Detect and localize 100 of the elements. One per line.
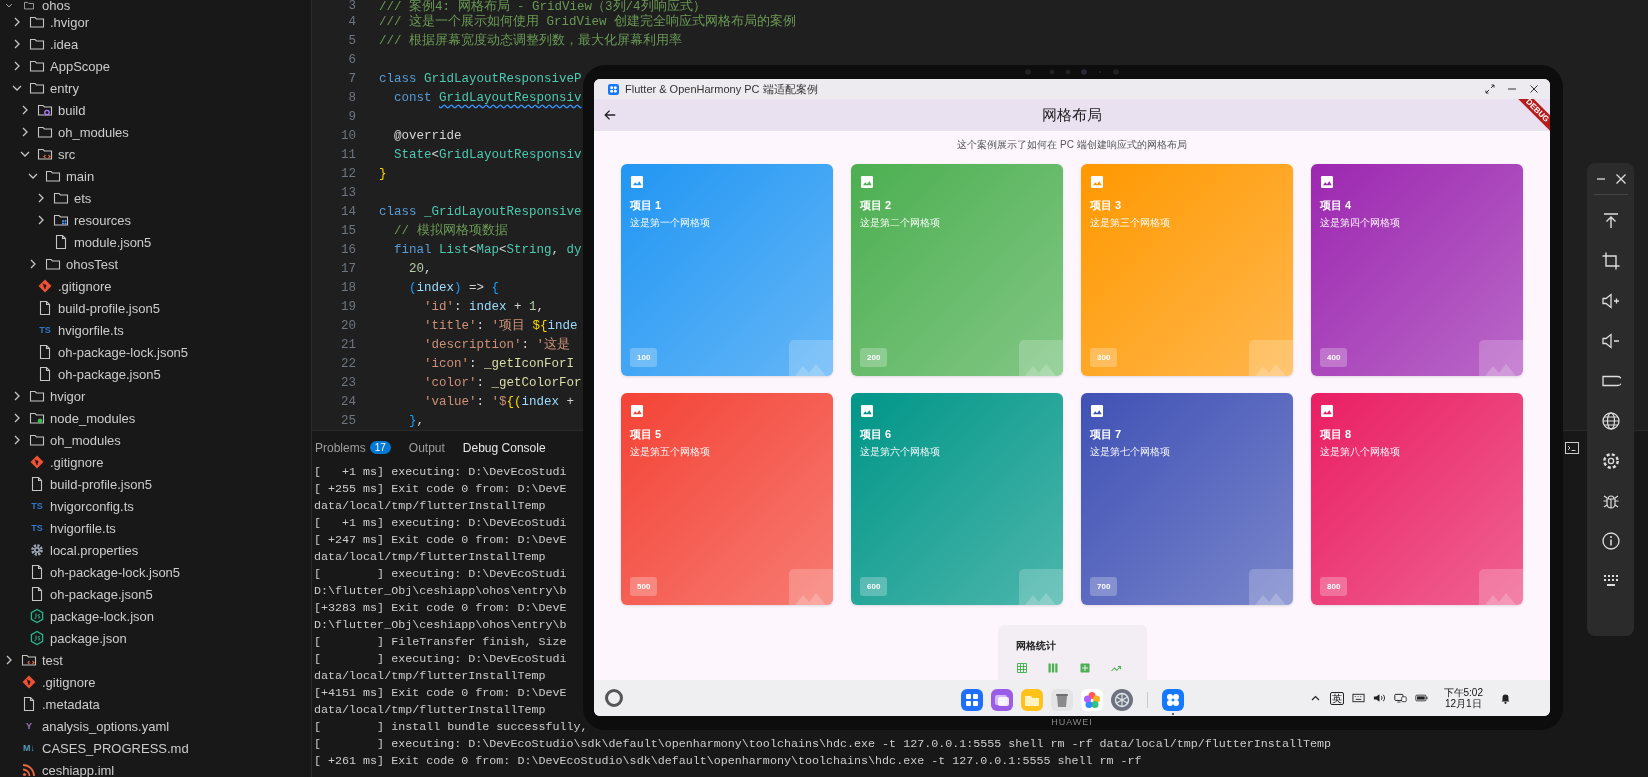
code-line: 'color': _getColorFor bbox=[423, 375, 582, 390]
tree-item[interactable]: M↓ CASES_PROGRESS.md bbox=[0, 737, 311, 759]
value-badge: 500 bbox=[630, 577, 658, 596]
line-number: 24 bbox=[340, 394, 356, 409]
tree-item[interactable]: entry bbox=[0, 77, 311, 99]
window-title: Flutter & OpenHarmony PC 端适配案例 bbox=[625, 81, 818, 97]
tree-item[interactable]: .gitignore bbox=[0, 451, 311, 473]
line-number: 11 bbox=[340, 147, 356, 162]
terminal-line: data/local/tmp/flutterInstallTemp bbox=[314, 549, 546, 566]
code-line: 'title': '项目 ${inde bbox=[423, 318, 578, 334]
tree-item[interactable]: .gitignore bbox=[0, 671, 311, 693]
tree-item[interactable]: TS hvigorconfig.ts bbox=[0, 495, 311, 517]
terminal-line: [ ] install bundle successfully, bbox=[314, 719, 588, 736]
terminal-line: [ ] executing: D:\DevEcoStudio\sdk\default\openharmony\toolchains\hdc.exe -t 127.0.0.1:5555 shell rm -rf data/local/tmp/flutterInstallTemp bbox=[314, 736, 1331, 753]
line-number: 6 bbox=[347, 52, 356, 67]
tree-item[interactable]: local.properties bbox=[0, 539, 311, 561]
line-number: 15 bbox=[340, 223, 356, 238]
tree-item[interactable]: oh-package.json5 bbox=[0, 363, 311, 385]
terminal-line: [+3283 ms] Exit code 0 from: D:\DevE bbox=[314, 600, 567, 617]
line-number: 4 bbox=[347, 14, 356, 29]
terminal-line: data/local/tmp/flutterInstallTemp bbox=[314, 702, 546, 719]
terminal-line: [ +261 ms] Exit code 0 from: D:\DevEcoStudio\sdk\default\openharmony\toolchains\hdc.exe -t 127.0.0.1:5555 shell rm -rf bbox=[314, 753, 1142, 770]
tree-item[interactable]: ceshiapp.iml bbox=[0, 759, 311, 777]
card-title: 项目 2 bbox=[860, 198, 892, 213]
tree-item[interactable]: main bbox=[0, 165, 311, 187]
tree-item[interactable]: TS hvigorfile.ts bbox=[0, 319, 311, 341]
code-line: 'id': index + 1, bbox=[423, 299, 545, 314]
tree-item[interactable]: .metadata bbox=[0, 693, 311, 715]
code-line: }, bbox=[408, 413, 425, 428]
input-method-indicator[interactable]: 英 bbox=[1329, 691, 1344, 705]
file-type-icon: TS bbox=[37, 322, 53, 338]
terminal-line: [ +1 ms] executing: D:\DevEcoStudi bbox=[314, 464, 567, 481]
value-badge: 800 bbox=[1320, 577, 1348, 596]
clock-time: 下午5:02 bbox=[1443, 687, 1483, 698]
line-number: 9 bbox=[347, 109, 356, 124]
code-line: 'icon': _getIconForI bbox=[423, 356, 575, 371]
tree-item[interactable]: test bbox=[0, 649, 311, 671]
line-number: 14 bbox=[340, 204, 356, 219]
line-number: 22 bbox=[340, 356, 356, 371]
tree-item[interactable]: .hvigor bbox=[0, 11, 311, 33]
line-number: 5 bbox=[347, 33, 356, 48]
tree-item[interactable]: oh_modules bbox=[0, 121, 311, 143]
tree-item[interactable]: Y analysis_options.yaml bbox=[0, 715, 311, 737]
stats-title: 网格统计 bbox=[1015, 639, 1057, 653]
terminal-line: [ +247 ms] Exit code 0 from: D:\DevE bbox=[314, 532, 567, 549]
code-line: final List<Map<String, dy bbox=[393, 242, 582, 257]
tree-item[interactable]: build bbox=[0, 99, 311, 121]
value-badge: 700 bbox=[1090, 577, 1118, 596]
terminal-line: [ ] executing: D:\DevEcoStudi bbox=[314, 566, 567, 583]
tree-item[interactable]: ets bbox=[0, 187, 311, 209]
brand-label: HUAWEI bbox=[1050, 716, 1094, 729]
line-number: 8 bbox=[347, 90, 356, 105]
tree-item[interactable]: oh-package.json5 bbox=[0, 583, 311, 605]
line-number: 16 bbox=[340, 242, 356, 257]
panel-tab[interactable]: Output bbox=[408, 438, 445, 457]
value-badge: 400 bbox=[1320, 348, 1348, 367]
card-title: 项目 1 bbox=[630, 198, 662, 213]
line-number: 3 bbox=[347, 0, 356, 13]
code-line: (index) => { bbox=[408, 280, 500, 295]
tree-item[interactable]: package.json bbox=[0, 627, 311, 649]
tree-item[interactable]: build-profile.json5 bbox=[0, 297, 311, 319]
tree-item[interactable]: build-profile.json5 bbox=[0, 473, 311, 495]
tree-item[interactable]: package-lock.json bbox=[0, 605, 311, 627]
line-number: 21 bbox=[340, 337, 356, 352]
tree-item[interactable]: oh-package-lock.json5 bbox=[0, 561, 311, 583]
tree-item[interactable]: hvigor bbox=[0, 385, 311, 407]
line-number: 19 bbox=[340, 299, 356, 314]
count-badge: 17 bbox=[369, 441, 391, 454]
tree-item[interactable]: module.json5 bbox=[0, 231, 311, 253]
panel-tab[interactable]: Debug Console bbox=[462, 438, 546, 457]
code-line: @override bbox=[393, 128, 462, 143]
grid-card[interactable]: 项目 7 这是第七个网格项 700 bbox=[1081, 393, 1293, 605]
tree-item[interactable]: .gitignore bbox=[0, 275, 311, 297]
tree-item[interactable]: src bbox=[0, 143, 311, 165]
grid-card[interactable]: 项目 5 这是第五个网格项 500 bbox=[621, 393, 833, 605]
code-line: const GridLayoutResponsiv bbox=[393, 90, 582, 105]
grid-card[interactable]: 项目 8 这是第八个网格项 800 bbox=[1311, 393, 1523, 605]
card-description: 这是第七个网格项 bbox=[1090, 445, 1170, 459]
tree-item[interactable]: .idea bbox=[0, 33, 311, 55]
card-description: 这是第二个网格项 bbox=[860, 216, 940, 230]
grid-card[interactable]: 项目 4 这是第四个网格项 400 bbox=[1311, 164, 1523, 376]
file-type-icon: TS bbox=[29, 498, 45, 514]
tree-item[interactable]: ohos bbox=[0, 0, 311, 11]
tree-item[interactable]: TS hvigorfile.ts bbox=[0, 517, 311, 539]
line-number: 10 bbox=[340, 128, 356, 143]
tree-item[interactable]: oh-package-lock.json5 bbox=[0, 341, 311, 363]
tree-item[interactable]: node_modules bbox=[0, 407, 311, 429]
tree-item[interactable]: oh_modules bbox=[0, 429, 311, 451]
terminal-line: data/local/tmp/flutterInstallTemp bbox=[314, 498, 546, 515]
file-type-icon: M↓ bbox=[21, 740, 37, 756]
value-badge: 300 bbox=[1090, 348, 1118, 367]
tree-item[interactable]: ohosTest bbox=[0, 253, 311, 275]
file-type-icon: Y bbox=[21, 718, 37, 734]
tree-item[interactable]: AppScope bbox=[0, 55, 311, 77]
terminal-line: [+4151 ms] Exit code 0 from: D:\DevE bbox=[314, 685, 567, 702]
panel-tab[interactable]: Problems 17 bbox=[315, 438, 391, 457]
terminal-line: [ +1 ms] executing: D:\DevEcoStudi bbox=[314, 515, 567, 532]
tree-item[interactable]: resources bbox=[0, 209, 311, 231]
value-badge: 200 bbox=[860, 348, 888, 367]
card-description: 这是第三个网格项 bbox=[1090, 216, 1170, 230]
